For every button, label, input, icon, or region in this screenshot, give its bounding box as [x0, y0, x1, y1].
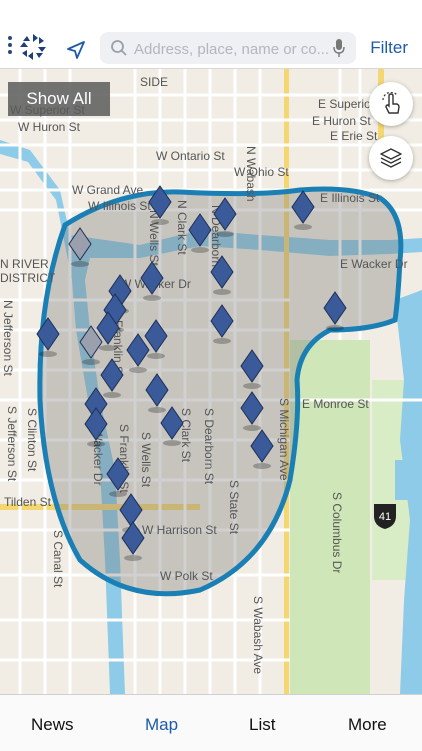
show-all-button[interactable]: Show All: [8, 82, 110, 116]
location-marker[interactable]: [250, 429, 274, 470]
location-marker-muted[interactable]: [79, 325, 103, 366]
location-marker[interactable]: [144, 319, 168, 360]
tab-more[interactable]: More: [348, 715, 387, 735]
location-marker[interactable]: [145, 373, 169, 414]
menu-icon[interactable]: [8, 36, 14, 57]
location-marker[interactable]: [140, 261, 164, 302]
layers-icon: [380, 148, 402, 168]
hand-pointer-icon: [382, 92, 400, 114]
location-marker[interactable]: [100, 358, 124, 399]
location-marker[interactable]: [240, 391, 264, 432]
map-layers-button[interactable]: [369, 136, 413, 180]
tab-list[interactable]: List: [249, 715, 275, 735]
location-marker[interactable]: [210, 304, 234, 345]
search-input[interactable]: [132, 36, 332, 62]
filter-button[interactable]: Filter: [370, 38, 408, 58]
location-marker-muted[interactable]: [68, 227, 92, 268]
location-marker[interactable]: [106, 457, 130, 498]
microphone-icon[interactable]: [332, 38, 346, 58]
location-marker[interactable]: [323, 291, 347, 332]
location-marker[interactable]: [240, 349, 264, 390]
tab-news[interactable]: News: [31, 715, 74, 735]
map-view[interactable]: SIDE E Superior W Superior St E Huron St…: [0, 69, 422, 694]
location-marker[interactable]: [160, 406, 184, 447]
search-field[interactable]: [100, 32, 356, 64]
location-marker[interactable]: [213, 197, 237, 238]
location-marker[interactable]: [148, 185, 172, 226]
location-arrow-icon[interactable]: [64, 38, 88, 62]
tab-bar: News Map List More: [0, 694, 422, 751]
location-marker[interactable]: [291, 190, 315, 231]
location-marker[interactable]: [126, 333, 150, 374]
app-logo-icon: [20, 34, 46, 60]
draw-area-button[interactable]: [369, 82, 413, 126]
location-marker[interactable]: [210, 255, 234, 296]
search-icon: [111, 40, 127, 56]
top-bar: Filter: [0, 0, 422, 69]
location-marker[interactable]: [36, 317, 60, 358]
location-marker[interactable]: [188, 213, 212, 254]
tab-map[interactable]: Map: [145, 715, 178, 735]
location-marker[interactable]: [84, 407, 108, 448]
marker-layer: [36, 185, 347, 562]
